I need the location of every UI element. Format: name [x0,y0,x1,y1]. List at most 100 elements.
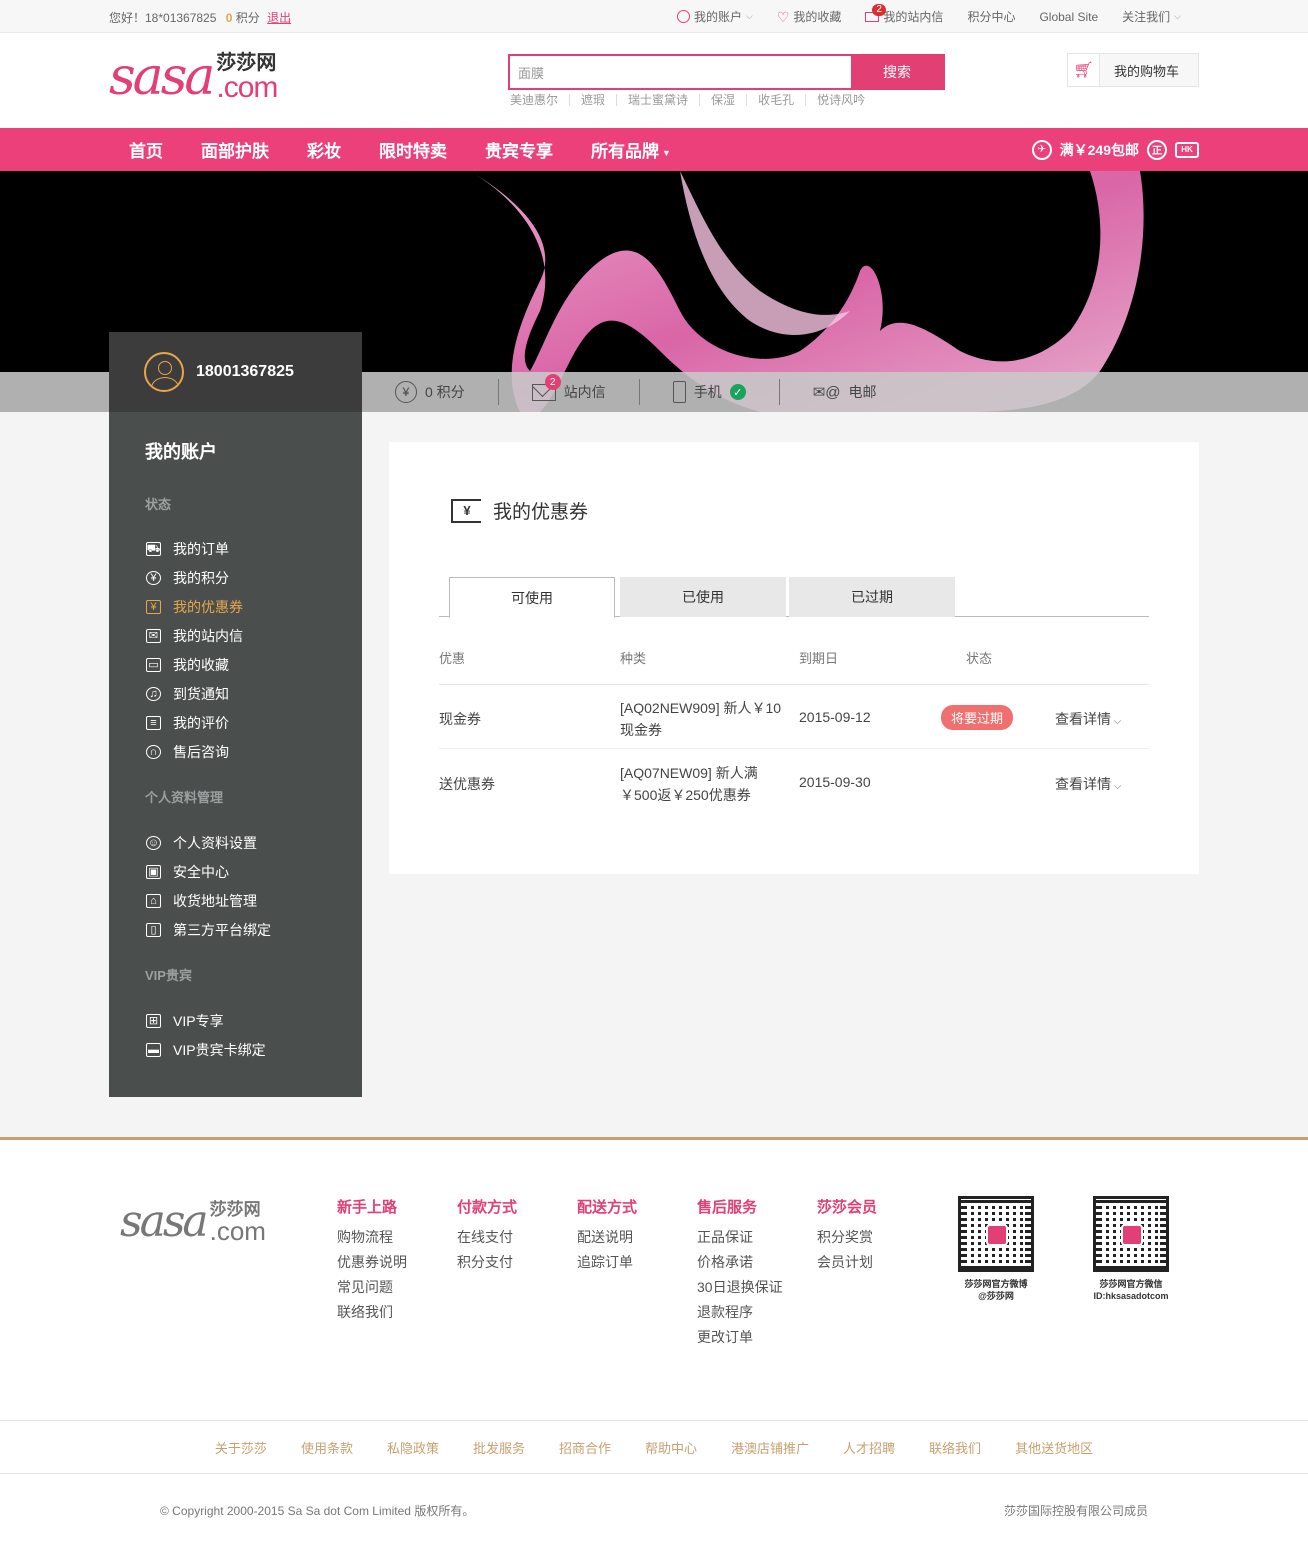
view-details-link[interactable]: 查看详情 ⌵ [1055,709,1121,729]
hotword-link[interactable]: 瑞士蜜黛诗 [616,94,699,106]
coupon-tabs: 可使用 已使用 已过期 [439,577,1149,618]
stat-messages[interactable]: 2 站内信 [499,374,640,405]
logo-com: .com [216,71,278,104]
logout-link[interactable]: 退出 [267,11,291,25]
qr-caption: ID:hksasadotcom [1093,1291,1169,1301]
points-center-link[interactable]: 积分中心 [967,8,1015,25]
footer-bottom-link[interactable]: 帮助中心 [645,1438,697,1457]
footer-link[interactable]: 积分支付 [457,1250,517,1275]
footer-bottom-link[interactable]: 港澳店铺推广 [731,1438,809,1457]
follow-us-link[interactable]: 关注我们 ⌵ [1122,8,1181,25]
stat-email-label: 电邮 [848,384,877,400]
hotword-link[interactable]: 保湿 [699,94,746,106]
footer-link[interactable]: 常见问题 [337,1275,407,1300]
search-input[interactable] [510,56,850,88]
sidebar-item-security[interactable]: ▣ 安全中心 [146,862,229,882]
nav-skincare[interactable]: 面部护肤 [201,137,269,162]
sidebar-item-arrival-notice[interactable]: ♫ 到货通知 [146,684,229,704]
hotword-link[interactable]: 遮瑕 [569,94,616,106]
nav-all-brands[interactable]: 所有品牌 ▼ [591,137,671,162]
footer-bottom-link[interactable]: 使用条款 [301,1438,353,1457]
cart-icon: 🛒︎ [1068,54,1100,86]
tab-available[interactable]: 可使用 [449,577,615,618]
coupon-kind-line2: ￥500返￥250优惠券 [620,787,751,803]
hotword-link[interactable]: 悦诗风吟 [805,94,876,106]
message-badge: 2 [544,374,561,390]
footer-link[interactable]: 优惠券说明 [337,1250,407,1275]
footer-link[interactable]: 价格承诺 [697,1250,783,1275]
sidebar-item-after-sales[interactable]: ∩ 售后咨询 [146,742,229,762]
weibo-qr-code: 莎莎网官方微博 @莎莎网 [958,1196,1034,1302]
sidebar-item-coupons[interactable]: ¥ 我的优惠券 [146,597,243,617]
top-bar: 您好！18*01367825 0 积分 退出 我的账户 ⌵ ♡ 我的收藏 2 我… [0,0,1308,33]
footer-bottom-link[interactable]: 联络我们 [929,1438,981,1457]
sidebar-section-vip: VIP贵宾 [145,968,192,983]
message-count-badge: 2 [872,4,886,16]
sidebar-item-favorites[interactable]: ▭ 我的收藏 [146,655,229,675]
my-messages-link[interactable]: 2 我的站内信 [865,4,943,25]
site-logo[interactable]: sasa 莎莎网 .com [109,51,278,104]
cart-button[interactable]: 🛒︎ 我的购物车 [1067,53,1199,87]
stat-points[interactable]: ¥ 0 积分 [362,379,499,405]
headset-icon: ∩ [146,745,161,759]
nav-vip[interactable]: 贵宾专享 [485,137,553,162]
footer-link[interactable]: 30日退换保证 [697,1275,783,1300]
sidebar-item-vip-card[interactable]: ▬ VIP贵宾卡绑定 [146,1040,266,1060]
footer-link[interactable]: 退款程序 [697,1300,783,1325]
hotword-link[interactable]: 收毛孔 [746,94,805,106]
my-favorites-link[interactable]: ♡ 我的收藏 [777,8,842,25]
footer-link[interactable]: 联络我们 [337,1300,407,1325]
footer-bottom-link[interactable]: 招商合作 [559,1438,611,1457]
footer-link[interactable]: 追踪订单 [577,1250,637,1275]
qr-caption: 莎莎网官方微信 [1099,1279,1163,1289]
sidebar-item-vip-exclusive[interactable]: ⊞ VIP专享 [146,1011,224,1031]
stat-points-label: 0 积分 [425,384,465,400]
nav-home[interactable]: 首页 [129,137,163,162]
stat-phone[interactable]: 手机 ✓ [640,379,780,405]
footer-bottom-link[interactable]: 私隐政策 [387,1438,439,1457]
sidebar-item-points[interactable]: ¥ 我的积分 [146,568,229,588]
sidebar-section-status: 状态 [145,497,172,512]
sidebar-item-orders[interactable]: ⛟ 我的订单 [146,539,229,559]
lock-icon: ▣ [146,865,161,879]
search-button[interactable]: 搜索 [851,56,943,88]
footer-link[interactable]: 会员计划 [817,1250,877,1275]
stat-email[interactable]: ✉@ 电邮 [780,379,910,405]
footer-link[interactable]: 更改订单 [697,1325,783,1350]
sidebar-item-profile-settings[interactable]: ☺ 个人资料设置 [146,833,257,853]
hotword-link[interactable]: 美迪惠尔 [510,94,569,106]
tab-expired[interactable]: 已过期 [789,577,955,617]
footer-bottom-link[interactable]: 关于莎莎 [215,1438,267,1457]
nav-flash-sale[interactable]: 限时特卖 [379,137,447,162]
footer-bottom-link[interactable]: 人才招聘 [843,1438,895,1457]
sidebar-item-label: VIP专享 [173,1013,224,1029]
footer-bottom-link[interactable]: 批发服务 [473,1438,525,1457]
tab-used[interactable]: 已使用 [620,577,786,617]
sidebar-item-third-party[interactable]: ▯ 第三方平台绑定 [146,920,271,940]
footer-link[interactable]: 在线支付 [457,1225,517,1250]
footer-link[interactable]: 购物流程 [337,1225,407,1250]
my-account-link[interactable]: 我的账户 ⌵ [677,8,753,25]
sidebar-item-addresses[interactable]: ⌂ 收货地址管理 [146,891,257,911]
footer-col-delivery: 配送方式 配送说明 追踪订单 [577,1196,637,1275]
coupon-kind: [AQ02NEW909] 新人￥10 现金券 [620,697,795,741]
global-site-label: Global Site [1039,9,1099,24]
sidebar-item-messages[interactable]: ✉ 我的站内信 [146,626,243,646]
sidebar-item-reviews[interactable]: ≡ 我的评价 [146,713,229,733]
footer-link[interactable]: 正品保证 [697,1225,783,1250]
header: sasa 莎莎网 .com 搜索 美迪惠尔 遮瑕 瑞士蜜黛诗 保湿 收毛孔 悦诗… [0,33,1308,128]
box-icon: ▭ [146,658,161,672]
footer-link[interactable]: 积分奖赏 [817,1225,877,1250]
footer-logo-com: .com [209,1216,266,1246]
points-value: 0 [225,11,233,25]
global-site-link[interactable]: Global Site [1039,10,1098,24]
chevron-down-icon: ⌵ [1111,781,1122,792]
footer-link[interactable]: 配送说明 [577,1225,637,1250]
nav-makeup[interactable]: 彩妆 [307,137,341,162]
main-nav: 首页 面部护肤 彩妆 限时特卖 贵宾专享 所有品牌 ▼ ✈ 满￥249包邮 正 H… [0,128,1308,171]
copyright-text: © Copyright 2000-2015 Sa Sa dot Com Limi… [160,1504,475,1518]
footer-col-newbie: 新手上路 购物流程 优惠券说明 常见问题 联络我们 [337,1196,407,1325]
footer-bottom-link[interactable]: 其他送货地区 [1015,1438,1093,1457]
view-details-link[interactable]: 查看详情 ⌵ [1055,774,1121,794]
sidebar-item-label: 第三方平台绑定 [173,922,271,938]
